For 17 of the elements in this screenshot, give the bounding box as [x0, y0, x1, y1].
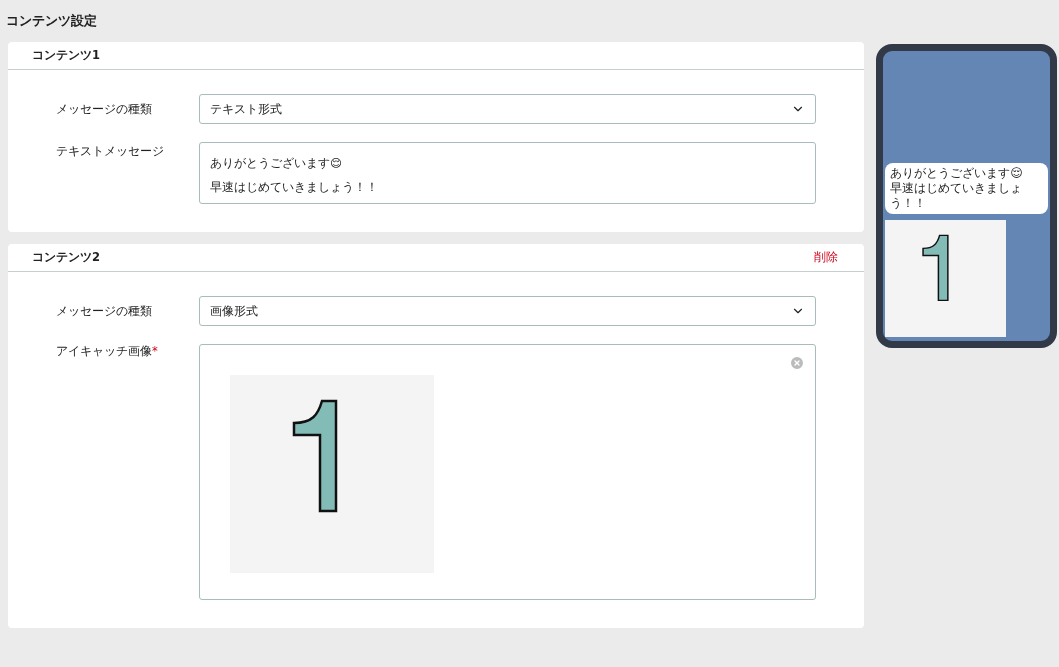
close-icon[interactable] — [789, 355, 806, 371]
message-type-select[interactable]: 画像形式 — [199, 296, 817, 326]
card-title: コンテンツ2 — [32, 250, 100, 265]
field-label: テキストメッセージ — [56, 143, 165, 159]
card-title: コンテンツ1 — [32, 48, 100, 63]
page-title: コンテンツ設定 — [6, 12, 98, 30]
field-label: メッセージの種類 — [56, 101, 153, 117]
select-value: テキスト形式 — [210, 101, 282, 117]
field-label: アイキャッチ画像* — [56, 344, 159, 359]
message-type-select[interactable]: テキスト形式 — [199, 94, 817, 124]
required-mark: * — [152, 344, 158, 358]
message-bubble: ありがとうございます😌 早速はじめていきましょう！！ — [885, 163, 1048, 214]
text-message-field[interactable]: ありがとうございます😌 早速はじめていきましょう！！ — [199, 142, 817, 204]
select-value: 画像形式 — [210, 303, 258, 319]
delete-link[interactable]: 削除 — [814, 250, 839, 265]
image-upload-area[interactable] — [199, 344, 817, 600]
field-label: メッセージの種類 — [56, 303, 153, 319]
